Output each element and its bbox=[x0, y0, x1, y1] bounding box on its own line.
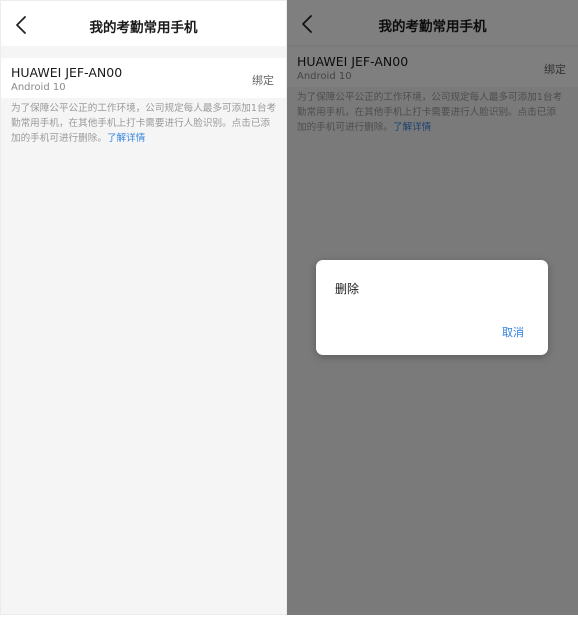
page-title: 我的考勤常用手机 bbox=[89, 20, 198, 36]
bind-button[interactable]: 绑定 bbox=[252, 72, 274, 88]
action-dialog: 删除 取消 bbox=[316, 260, 548, 355]
cancel-button[interactable]: 取消 bbox=[502, 324, 524, 340]
delete-option[interactable]: 删除 bbox=[335, 280, 359, 297]
comparison-stage: 我的考勤常用手机 HUAWEI JEF-AN00 Android 10 绑定 为… bbox=[0, 0, 578, 617]
nav-bar: 我的考勤常用手机 bbox=[1, 1, 286, 46]
device-name: HUAWEI JEF-AN00 bbox=[11, 65, 123, 80]
device-list-item[interactable]: HUAWEI JEF-AN00 Android 10 绑定 bbox=[1, 58, 286, 98]
learn-more-link[interactable]: 了解详情 bbox=[107, 133, 145, 144]
attendance-phone-screen: 我的考勤常用手机 HUAWEI JEF-AN00 Android 10 绑定 为… bbox=[0, 0, 287, 615]
policy-notice: 为了保障公平公正的工作环境，公司规定每人最多可添加1台考勤常用手机，在其他手机上… bbox=[11, 101, 279, 146]
attendance-phone-screen-with-dialog: 我的考勤常用手机 HUAWEI JEF-AN00 Android 10 绑定 为… bbox=[287, 0, 578, 615]
device-os: Android 10 bbox=[11, 82, 66, 93]
